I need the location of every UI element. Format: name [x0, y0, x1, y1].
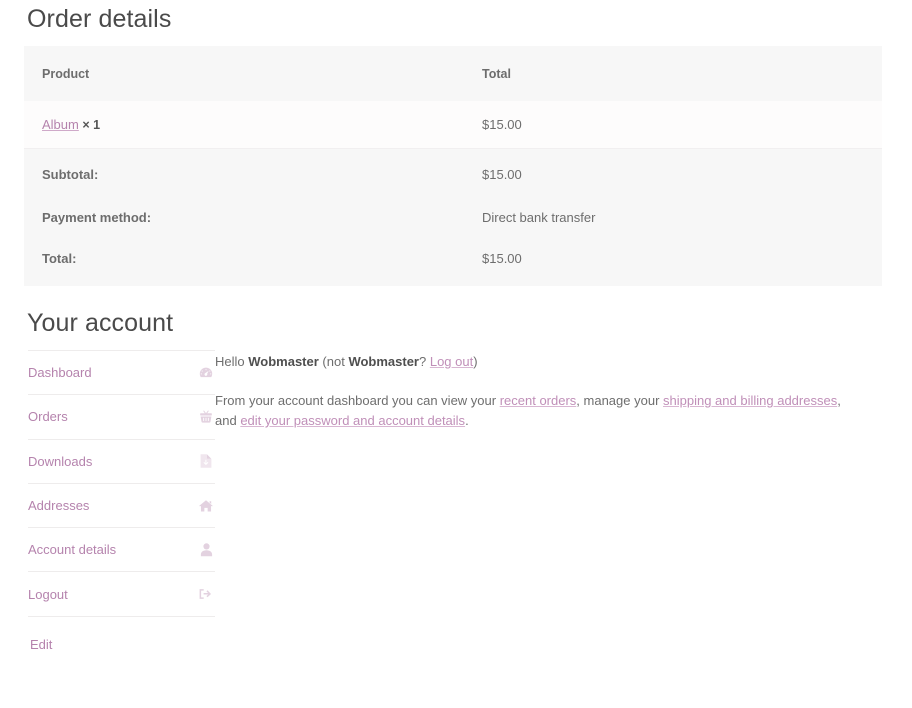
nav-link-addresses[interactable]: Addresses: [28, 499, 89, 512]
nav-item-dashboard[interactable]: Dashboard: [28, 351, 215, 395]
summary-value-subtotal: $15.00: [464, 148, 882, 194]
edit-password-account-details-link[interactable]: edit your password and account details: [240, 413, 465, 428]
nav-link-dashboard[interactable]: Dashboard: [28, 366, 92, 379]
greeting-close-paren: ): [473, 354, 477, 369]
table-row: Album × 1 $15.00: [24, 101, 882, 148]
column-header-total: Total: [464, 46, 882, 101]
basket-icon: [198, 409, 214, 425]
nav-link-downloads[interactable]: Downloads: [28, 455, 92, 468]
summary-row-total: Total: $15.00: [24, 240, 882, 286]
shipping-billing-addresses-link[interactable]: shipping and billing addresses: [663, 393, 837, 408]
summary-value-total: $15.00: [464, 240, 882, 286]
greeting-not-username: Wobmaster: [348, 354, 419, 369]
greeting-username: Wobmaster: [248, 354, 319, 369]
order-details-table: Product Total Album × 1 $15.00 Subtotal:…: [24, 46, 882, 286]
order-item-product-cell: Album × 1: [24, 101, 464, 148]
greeting-paragraph: Hello Wobmaster (not Wobmaster? Log out): [215, 352, 847, 372]
intro-part-4: .: [465, 413, 469, 428]
table-footer: Subtotal: $15.00 Payment method: Direct …: [24, 148, 882, 286]
nav-link-logout[interactable]: Logout: [28, 588, 68, 601]
nav-item-logout[interactable]: Logout: [28, 572, 215, 616]
intro-part-1: From your account dashboard you can view…: [215, 393, 500, 408]
product-quantity-value: × 1: [82, 118, 100, 132]
summary-label-total: Total:: [24, 240, 464, 286]
intro-part-2: , manage your: [576, 393, 663, 408]
user-icon: [198, 542, 214, 558]
home-icon: [198, 498, 214, 514]
summary-label-subtotal: Subtotal:: [24, 148, 464, 194]
dashboard-icon: [198, 365, 214, 381]
nav-link-orders[interactable]: Orders: [28, 410, 68, 423]
order-details-heading: Order details: [27, 4, 171, 34]
nav-item-orders[interactable]: Orders: [28, 395, 215, 439]
nav-item-account-details[interactable]: Account details: [28, 528, 215, 572]
table-body: Album × 1 $15.00: [24, 101, 882, 148]
nav-link-account-details[interactable]: Account details: [28, 543, 116, 556]
summary-value-payment-method: Direct bank transfer: [464, 194, 882, 240]
edit-link[interactable]: Edit: [30, 637, 52, 652]
account-navigation: Dashboard Orders Downloads: [28, 350, 215, 617]
file-download-icon: [198, 453, 214, 469]
summary-row-payment-method: Payment method: Direct bank transfer: [24, 194, 882, 240]
greeting-not-prefix: (not: [319, 354, 349, 369]
order-received-page: Order details Product Total Album × 1 $1…: [0, 0, 912, 708]
table-header-row: Product Total: [24, 46, 882, 101]
nav-item-addresses[interactable]: Addresses: [28, 484, 215, 528]
summary-label-payment-method: Payment method:: [24, 194, 464, 240]
summary-row-subtotal: Subtotal: $15.00: [24, 148, 882, 194]
table-header: Product Total: [24, 46, 882, 101]
column-header-product: Product: [24, 46, 464, 101]
greeting-question: ?: [419, 354, 430, 369]
product-link[interactable]: Album: [42, 117, 79, 132]
recent-orders-link[interactable]: recent orders: [500, 393, 577, 408]
log-out-link[interactable]: Log out: [430, 354, 473, 369]
account-dashboard-content: Hello Wobmaster (not Wobmaster? Log out)…: [215, 352, 847, 441]
your-account-heading: Your account: [27, 308, 173, 338]
greeting-hello: Hello: [215, 354, 248, 369]
nav-item-downloads[interactable]: Downloads: [28, 440, 215, 484]
intro-paragraph: From your account dashboard you can view…: [215, 391, 847, 431]
order-item-total-cell: $15.00: [464, 101, 882, 148]
sign-out-icon: [198, 586, 214, 602]
